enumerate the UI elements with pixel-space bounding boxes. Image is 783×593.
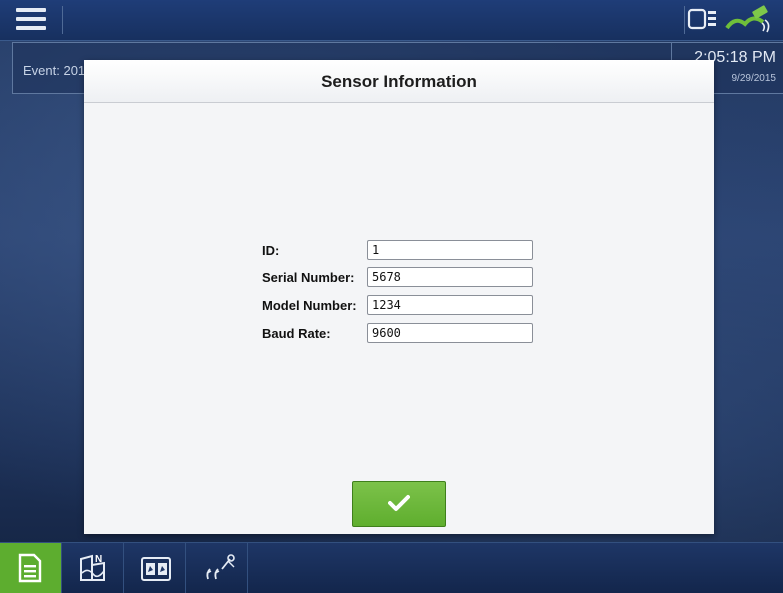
display-config-icon[interactable]: [687, 8, 716, 30]
tool-button-field-map[interactable]: N: [62, 543, 124, 593]
id-field[interactable]: 1: [367, 240, 533, 260]
checkmark-icon: [388, 495, 410, 511]
model-number-field[interactable]: 1234: [367, 295, 533, 315]
tool-button-split-screen[interactable]: [124, 543, 186, 593]
dialog-title: Sensor Information: [321, 72, 477, 91]
field-map-north-icon: N: [80, 554, 105, 581]
baud-rate-field[interactable]: 9600: [367, 323, 533, 343]
svg-text:N: N: [95, 554, 102, 565]
split-screen-map-icon: [141, 557, 171, 581]
hamburger-menu-icon[interactable]: [8, 4, 54, 34]
status-icons: [685, 4, 777, 36]
bottom-toolbar: N: [0, 542, 783, 593]
ok-button[interactable]: [352, 481, 446, 527]
sensor-information-dialog: Sensor Information ID: 1 Serial Number: …: [84, 60, 714, 534]
divider: [62, 6, 63, 34]
document-icon: [18, 553, 42, 583]
baud-rate-label: Baud Rate:: [262, 326, 331, 341]
tool-button-document[interactable]: [0, 543, 62, 593]
tool-button-planting[interactable]: [186, 543, 248, 593]
id-label: ID:: [262, 243, 280, 258]
clock-date: 9/29/2015: [731, 73, 777, 84]
dialog-header: Sensor Information: [84, 60, 714, 103]
serial-number-field[interactable]: 5678: [367, 267, 533, 287]
model-number-label: Model Number:: [262, 298, 357, 313]
serial-number-label: Serial Number:: [262, 270, 355, 285]
planting-icon: [206, 554, 235, 580]
gps-satellite-icon[interactable]: [725, 5, 770, 33]
top-bar: [0, 0, 783, 41]
